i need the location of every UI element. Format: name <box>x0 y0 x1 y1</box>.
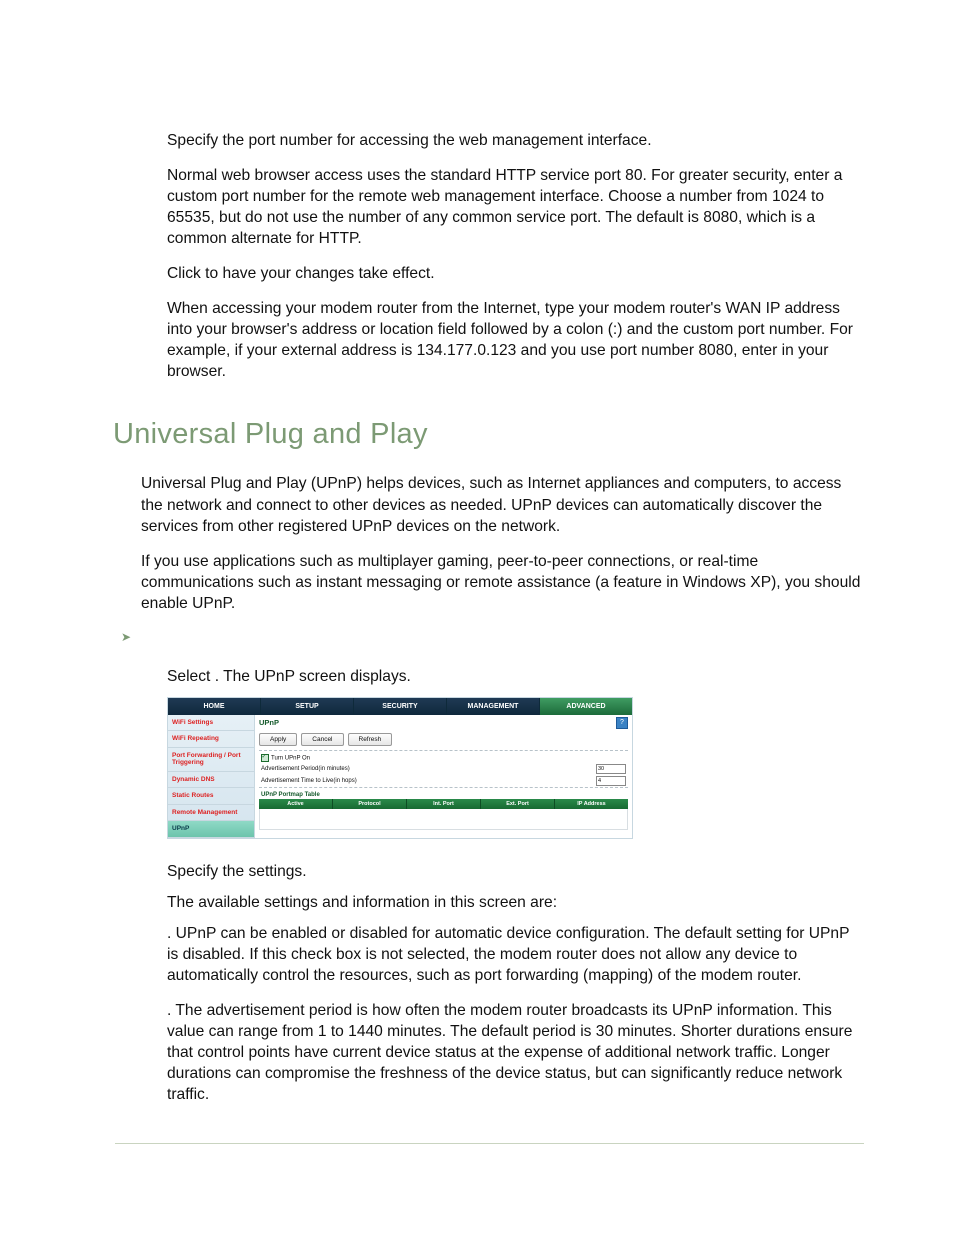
text-port-spec: Specify the port number for accessing th… <box>115 130 864 151</box>
arrow-icon: ➤ <box>121 630 131 644</box>
intro-paragraph-1: Universal Plug and Play (UPnP) helps dev… <box>115 473 864 536</box>
turn-upnp-label: Turn UPnP On <box>261 754 310 762</box>
help-icon[interactable]: ? <box>616 717 628 729</box>
portmap-col-active: Active <box>259 799 333 809</box>
footer-rule <box>115 1143 864 1144</box>
portmap-col-ext-port: Ext. Port <box>481 799 555 809</box>
tab-setup[interactable]: SETUP <box>261 698 354 715</box>
sidebar-item-upnp[interactable]: UPnP <box>168 821 254 837</box>
portmap-col-ip: IP Address <box>555 799 628 809</box>
advertisement-period-description: . The advertisement period is how often … <box>115 1000 864 1105</box>
step-select: Select . The UPnP screen displays. <box>115 666 864 687</box>
upnp-screenshot: HOME SETUP SECURITY MANAGEMENT ADVANCED … <box>167 697 633 839</box>
click-post: to have your changes take effect. <box>205 265 434 282</box>
advertisement-ttl-input[interactable]: 4 <box>596 776 626 786</box>
apply-button[interactable]: Apply <box>259 733 297 746</box>
portmap-table-title: UPnP Portmap Table <box>255 790 632 799</box>
wan-pre: When accessing your modem router from th… <box>167 300 853 359</box>
content-pane: UPnP ? Apply Cancel Refresh Turn UPnP On… <box>255 715 632 838</box>
step-available: The available settings and information i… <box>115 892 864 913</box>
sidebar-item-dynamic-dns[interactable]: Dynamic DNS <box>168 772 254 788</box>
step-select-post: . The UPnP screen displays. <box>215 668 411 685</box>
sidebar: WiFi Settings WiFi Repeating Port Forwar… <box>168 715 255 838</box>
procedure-bullet: ➤ <box>115 628 864 644</box>
tab-security[interactable]: SECURITY <box>354 698 447 715</box>
tab-advanced[interactable]: ADVANCED <box>540 698 632 715</box>
text-port-info: Normal web browser access uses the stand… <box>115 165 864 249</box>
sidebar-item-static-routes[interactable]: Static Routes <box>168 788 254 804</box>
advertisement-period-input[interactable]: 30 <box>596 764 626 774</box>
click-pre: Click <box>167 265 205 282</box>
cancel-button[interactable]: Cancel <box>301 733 343 746</box>
sidebar-item-port-forwarding[interactable]: Port Forwarding / Port Triggering <box>168 748 254 772</box>
turn-upnp-checkbox[interactable] <box>261 754 269 762</box>
step-select-pre: Select <box>167 668 215 685</box>
refresh-button[interactable]: Refresh <box>348 733 393 746</box>
main-tabs: HOME SETUP SECURITY MANAGEMENT ADVANCED <box>168 698 632 715</box>
turn-upnp-description: . UPnP can be enabled or disabled for au… <box>115 923 864 986</box>
sidebar-item-wifi-repeating[interactable]: WiFi Repeating <box>168 731 254 747</box>
section-heading: Universal Plug and Play <box>113 418 864 451</box>
step-specify: Specify the settings. <box>115 861 864 882</box>
tab-management[interactable]: MANAGEMENT <box>447 698 540 715</box>
text-click: Click to have your changes take effect. <box>115 263 864 284</box>
intro-paragraph-2: If you use applications such as multipla… <box>115 551 864 614</box>
portmap-col-protocol: Protocol <box>333 799 407 809</box>
portmap-empty-body <box>259 809 628 830</box>
page-title: UPnP <box>259 718 279 727</box>
portmap-col-int-port: Int. Port <box>407 799 481 809</box>
sidebar-item-wifi-settings[interactable]: WiFi Settings <box>168 715 254 731</box>
advertisement-period-label: Advertisement Period(in minutes) <box>261 766 350 772</box>
sidebar-item-remote-management[interactable]: Remote Management <box>168 805 254 821</box>
advertisement-ttl-label: Advertisement Time to Live(in hops) <box>261 778 357 784</box>
portmap-header-row: Active Protocol Int. Port Ext. Port IP A… <box>259 799 628 809</box>
text-wan: When accessing your modem router from th… <box>115 298 864 382</box>
tab-home[interactable]: HOME <box>168 698 261 715</box>
